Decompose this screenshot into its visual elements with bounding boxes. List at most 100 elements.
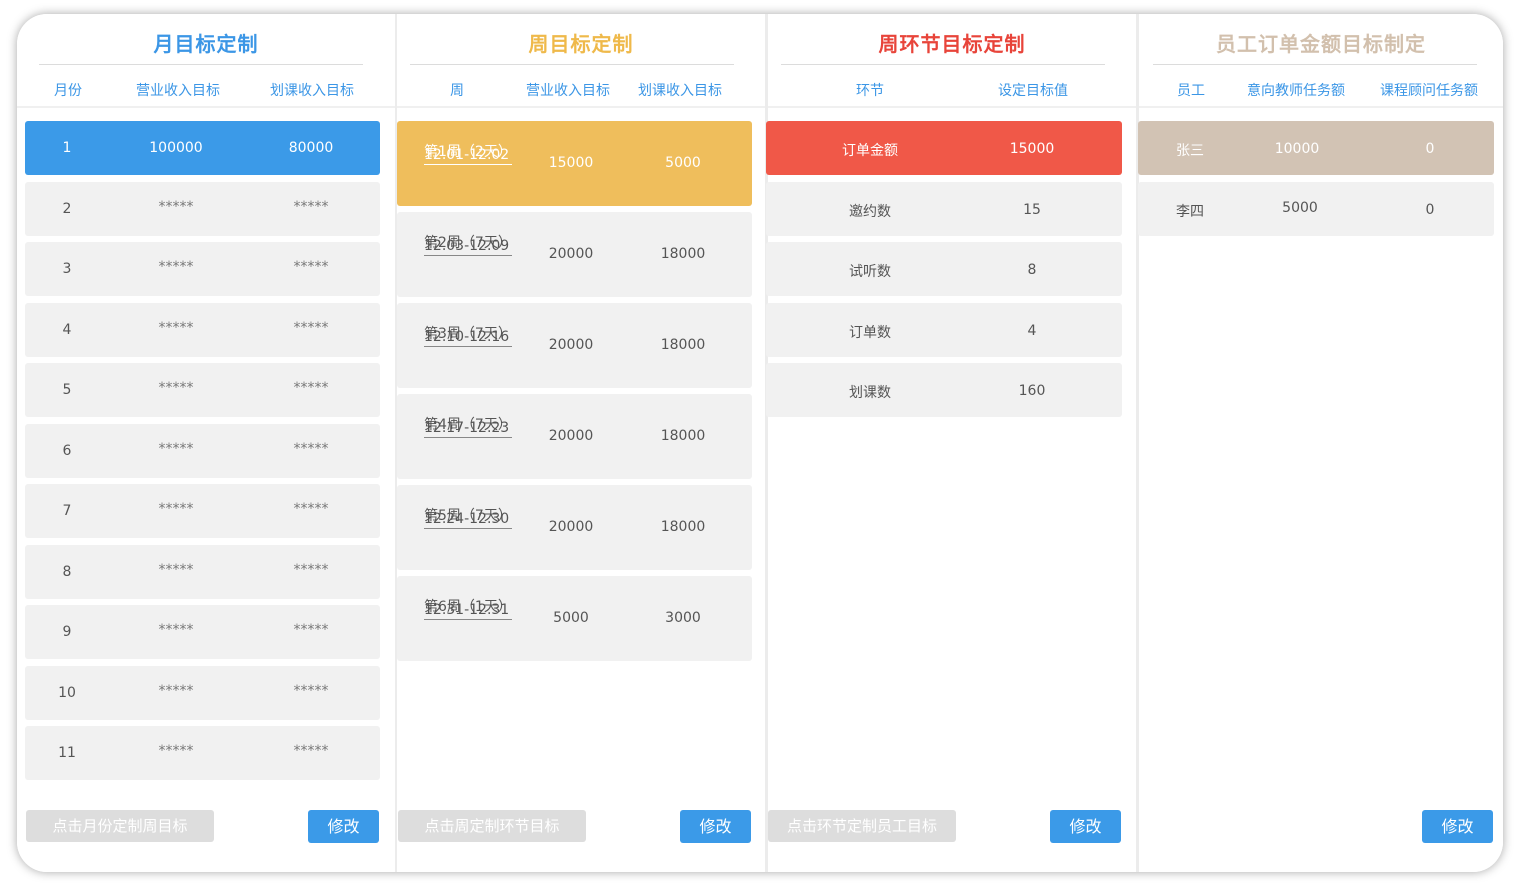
stage-row[interactable]: 邀约数 15 (766, 182, 1122, 236)
header-separator (1139, 106, 1503, 108)
course-cell: 80000 (288, 140, 334, 156)
revenue-cell: ***** (158, 562, 194, 578)
week-row[interactable]: 第1周（2天） 12.01-12.02 15000 5000 (397, 121, 752, 206)
month-row[interactable]: 4 ***** ***** (25, 303, 380, 357)
staff-target-panel: 员工订单金额目标制定 员工 意向教师任务额 课程顾问任务额 张三 10000 0… (1138, 14, 1503, 872)
target-settings-card: 月目标定制 月份 营业收入目标 划课收入目标 1 100000 80000 2 … (17, 14, 1503, 872)
advisor-task-cell: 0 (1425, 141, 1435, 157)
stage-cell: 邀约数 (849, 204, 891, 220)
week-row[interactable]: 第2周（7天） 12.03-12.09 20000 18000 (397, 212, 752, 297)
header-stage: 环节 (856, 83, 884, 99)
course-cell: ***** (293, 320, 329, 336)
teacher-task-cell: 10000 (1274, 141, 1320, 157)
course-cell: ***** (293, 622, 329, 638)
revenue-cell: ***** (158, 743, 194, 759)
month-cell: 4 (62, 322, 72, 338)
staff-row[interactable]: 李四 5000 0 (1138, 182, 1494, 236)
course-cell: ***** (293, 259, 329, 275)
month-row[interactable]: 1 100000 80000 (25, 121, 380, 175)
stage-row[interactable]: 划课数 160 (766, 363, 1122, 417)
course-cell: 18000 (660, 428, 706, 444)
month-cell: 6 (62, 443, 72, 459)
header-staff: 员工 (1177, 83, 1205, 99)
course-cell: ***** (293, 199, 329, 215)
edit-staff-button[interactable]: 修改 (1422, 810, 1493, 843)
revenue-cell: ***** (158, 320, 194, 336)
header-revenue-target: 营业收入目标 (526, 83, 610, 99)
week-row[interactable]: 第5周（7天） 12.24-12.30 20000 18000 (397, 485, 752, 570)
week-range: 12.03-12.09 (424, 238, 510, 254)
course-cell: ***** (293, 743, 329, 759)
month-row[interactable]: 2 ***** ***** (25, 182, 380, 236)
month-row[interactable]: 3 ***** ***** (25, 242, 380, 296)
stage-cell: 订单金额 (842, 143, 898, 159)
header-week: 周 (450, 83, 464, 99)
revenue-cell: 20000 (548, 337, 594, 353)
title-divider (410, 64, 734, 65)
weekly-table-header: 周 营业收入目标 划课收入目标 (397, 80, 765, 104)
course-cell: ***** (293, 441, 329, 457)
course-cell: 18000 (660, 246, 706, 262)
header-separator (17, 106, 395, 108)
stage-row[interactable]: 订单数 4 (766, 303, 1122, 357)
stage-target-panel: 周环节目标定制 环节 设定目标值 订单金额 15000 邀约数 15 试听数 8… (766, 14, 1136, 872)
edit-monthly-button[interactable]: 修改 (308, 810, 379, 843)
course-cell: 5000 (665, 155, 701, 171)
course-cell: ***** (293, 562, 329, 578)
revenue-cell: ***** (158, 441, 194, 457)
target-cell: 160 (1018, 383, 1046, 399)
month-row[interactable]: 9 ***** ***** (25, 605, 380, 659)
week-row[interactable]: 第6周（1天） 12.31-12.31 5000 3000 (397, 576, 752, 661)
staff-table-header: 员工 意向教师任务额 课程顾问任务额 (1139, 80, 1503, 104)
monthly-target-panel: 月目标定制 月份 营业收入目标 划课收入目标 1 100000 80000 2 … (17, 14, 395, 872)
customize-weekly-from-month-button[interactable]: 点击月份定制周目标 (26, 810, 214, 842)
stage-table-header: 环节 设定目标值 (768, 80, 1136, 104)
header-separator (397, 106, 765, 108)
month-row[interactable]: 10 ***** ***** (25, 666, 380, 720)
revenue-cell: ***** (158, 683, 194, 699)
month-row[interactable]: 8 ***** ***** (25, 545, 380, 599)
customize-stage-from-week-button[interactable]: 点击周定制环节目标 (398, 810, 586, 842)
stage-cell: 划课数 (849, 385, 891, 401)
stage-cell: 订单数 (849, 325, 891, 341)
week-range: 12.10-12.16 (424, 329, 510, 345)
header-separator (768, 106, 1136, 108)
revenue-cell: 20000 (548, 428, 594, 444)
revenue-cell: ***** (158, 259, 194, 275)
weekly-panel-title: 周目标定制 (528, 32, 634, 56)
staff-row[interactable]: 张三 10000 0 (1138, 121, 1494, 175)
week-row[interactable]: 第4周（7天） 12.17-12.23 20000 18000 (397, 394, 752, 479)
month-row[interactable]: 5 ***** ***** (25, 363, 380, 417)
month-row[interactable]: 11 ***** ***** (25, 726, 380, 780)
edit-stage-button[interactable]: 修改 (1050, 810, 1121, 843)
header-revenue-target: 营业收入目标 (136, 83, 220, 99)
edit-weekly-button[interactable]: 修改 (680, 810, 751, 843)
stage-cell: 试听数 (849, 264, 891, 280)
header-advisor-task: 课程顾问任务额 (1380, 83, 1478, 99)
week-range: 12.17-12.23 (424, 420, 510, 436)
stage-row[interactable]: 试听数 8 (766, 242, 1122, 296)
week-row[interactable]: 第3周（7天） 12.10-12.16 20000 18000 (397, 303, 752, 388)
customize-staff-from-stage-button[interactable]: 点击环节定制员工目标 (768, 810, 956, 842)
revenue-cell: 15000 (548, 155, 594, 171)
revenue-cell: 5000 (553, 610, 589, 626)
stage-row[interactable]: 订单金额 15000 (766, 121, 1122, 175)
title-divider (39, 64, 363, 65)
month-row[interactable]: 6 ***** ***** (25, 424, 380, 478)
monthly-table-header: 月份 营业收入目标 划课收入目标 (17, 80, 395, 104)
staff-panel-title: 员工订单金额目标制定 (1216, 32, 1426, 56)
monthly-panel-title: 月目标定制 (153, 32, 259, 56)
revenue-cell: 100000 (149, 140, 203, 156)
staff-name-cell: 张三 (1176, 143, 1204, 159)
title-divider (1153, 64, 1477, 65)
month-cell: 1 (62, 140, 72, 156)
header-teacher-task: 意向教师任务额 (1247, 83, 1345, 99)
revenue-cell: 20000 (548, 246, 594, 262)
target-cell: 15000 (1009, 141, 1055, 157)
title-divider (781, 64, 1105, 65)
month-row[interactable]: 7 ***** ***** (25, 484, 380, 538)
header-month: 月份 (54, 83, 82, 99)
target-cell: 8 (1027, 262, 1037, 278)
course-cell: ***** (293, 683, 329, 699)
month-cell: 8 (62, 564, 72, 580)
